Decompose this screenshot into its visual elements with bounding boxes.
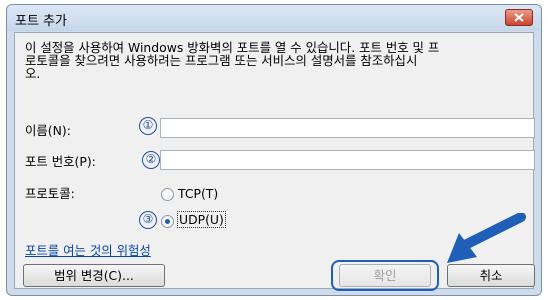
udp-radio[interactable] bbox=[161, 215, 174, 228]
tcp-radio-label[interactable]: TCP(T) bbox=[178, 186, 218, 201]
protocol-label: 프로토콜: bbox=[25, 186, 75, 201]
name-label: 이름(N): bbox=[25, 123, 71, 138]
close-icon bbox=[514, 13, 524, 22]
callout-3: ③ bbox=[139, 211, 157, 229]
dialog-title: 포트 추가 bbox=[15, 14, 67, 29]
close-button[interactable] bbox=[505, 9, 533, 26]
port-number-field[interactable] bbox=[160, 150, 535, 170]
port-number-label: 포트 번호(P): bbox=[25, 154, 96, 169]
tcp-radio[interactable] bbox=[161, 188, 174, 201]
name-field[interactable] bbox=[160, 118, 535, 138]
change-scope-button[interactable]: 범위 변경(C)... bbox=[23, 264, 165, 287]
callout-1: ① bbox=[139, 117, 157, 135]
udp-radio-label[interactable]: UDP(U) bbox=[177, 211, 226, 228]
pointer-arrow-icon bbox=[447, 213, 526, 263]
description-text: 이 설정을 사용하여 Windows 방화벽의 포트를 열 수 있습니다. 포트… bbox=[25, 40, 440, 81]
ok-button[interactable]: 확인 bbox=[339, 264, 431, 287]
port-risk-link[interactable]: 포트를 여는 것의 위험성 bbox=[25, 241, 151, 259]
title-bar: 포트 추가 bbox=[7, 5, 541, 31]
callout-2: ② bbox=[142, 151, 160, 169]
dialog-body: 이 설정을 사용하여 Windows 방화벽의 포트를 열 수 있습니다. 포트… bbox=[14, 32, 535, 291]
add-port-dialog: 포트 추가 이 설정을 사용하여 Windows 방화벽의 포트를 열 수 있습… bbox=[6, 4, 542, 296]
